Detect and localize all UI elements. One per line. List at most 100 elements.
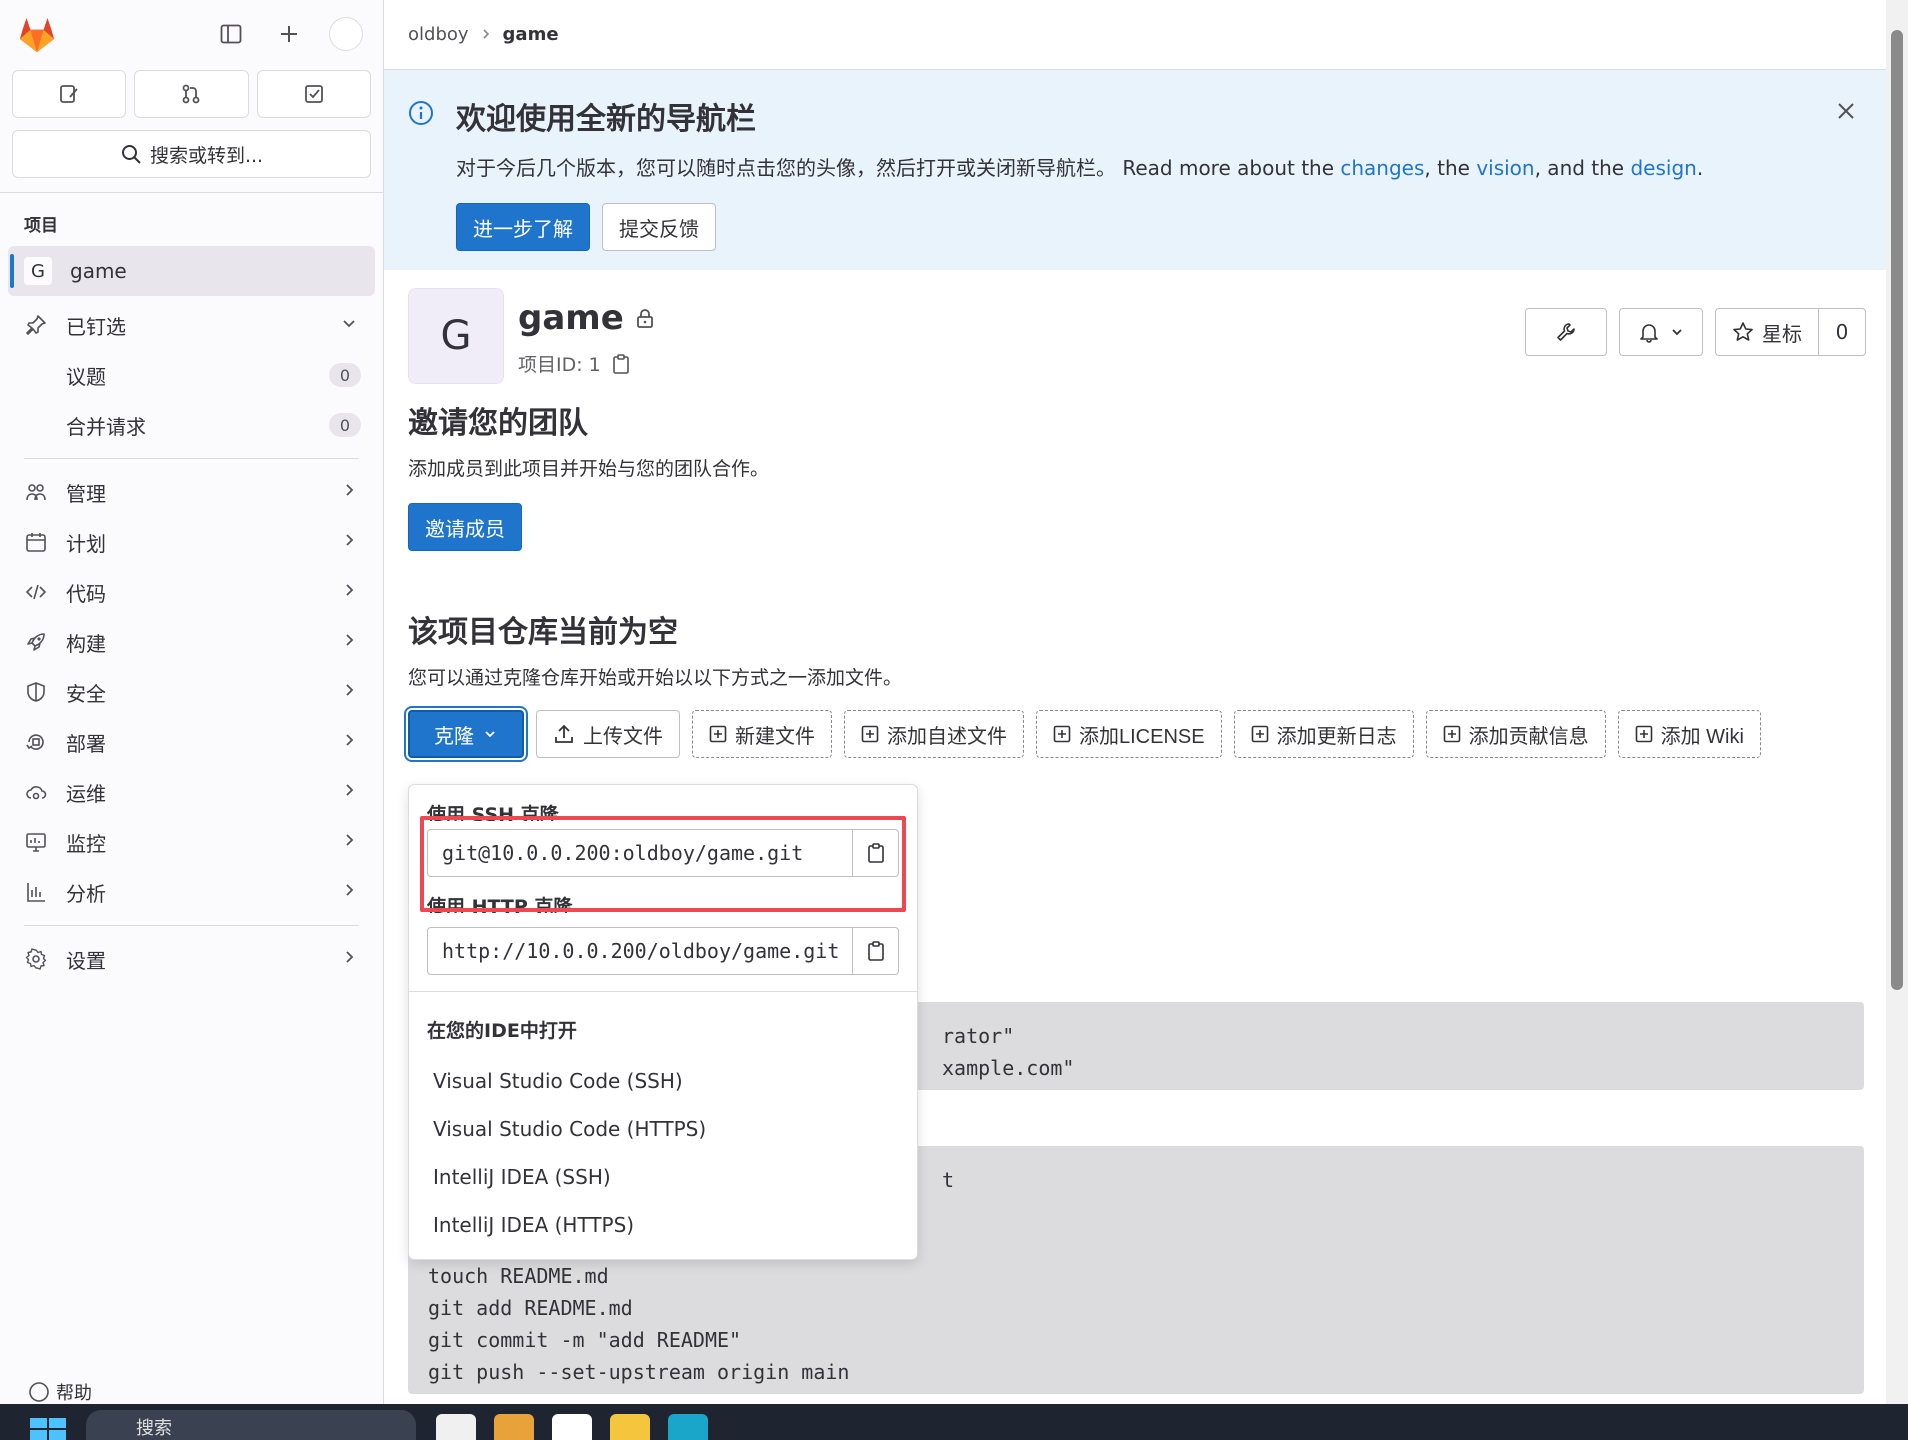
breadcrumb: oldboy game: [384, 0, 1886, 70]
divider: [24, 458, 359, 459]
file-explorer-icon[interactable]: [610, 1414, 650, 1440]
add-contributing-button[interactable]: 添加贡献信息: [1425, 710, 1606, 758]
clone-dropdown-menu: 使用 SSH 克隆 git@10.0.0.200:oldboy/game.git…: [408, 784, 918, 1260]
add-readme-button[interactable]: 添加自述文件: [844, 710, 1024, 758]
open-in-ide-heading: 在您的IDE中打开: [427, 1020, 577, 1042]
upload-label: 上传文件: [583, 725, 663, 748]
upload-file-button[interactable]: 上传文件: [536, 710, 680, 758]
star-count[interactable]: 0: [1819, 309, 1865, 355]
changes-link[interactable]: changes: [1340, 156, 1424, 180]
ide-intellij-https-item[interactable]: IntelliJ IDEA (HTTPS): [409, 1201, 917, 1249]
copy-ssh-url-button[interactable]: [852, 830, 898, 876]
sidebar-item-label: 已钉选: [66, 314, 126, 339]
project-header: G game 项目ID: 1 星标 0: [384, 288, 1886, 398]
breadcrumb-parent-link[interactable]: oldboy: [408, 24, 469, 45]
close-icon[interactable]: [1836, 98, 1856, 128]
sidebar-item-operate[interactable]: 运维: [8, 767, 375, 817]
copy-icon: [867, 843, 884, 863]
sidebar-item-manage[interactable]: 管理: [8, 467, 375, 517]
user-avatar[interactable]: [329, 17, 363, 51]
typora-app-icon[interactable]: [436, 1414, 476, 1440]
merge-requests-tab-button[interactable]: [134, 70, 249, 118]
app-icon[interactable]: [494, 1414, 534, 1440]
toggle-sidebar-icon[interactable]: [213, 16, 249, 52]
ssh-url-value[interactable]: git@10.0.0.200:oldboy/game.git: [428, 830, 852, 876]
sidebar-item-issues[interactable]: 议题 0: [8, 350, 375, 400]
banner-text-prefix: 对于今后几个版本，您可以随时点击您的头像，然后打开或关闭新导航栏。 Read m…: [456, 156, 1341, 180]
design-link[interactable]: design: [1630, 156, 1696, 180]
add-license-label: 添加LICENSE: [1079, 725, 1205, 748]
sidebar-item-code[interactable]: 代码: [8, 567, 375, 617]
sidebar-item-project[interactable]: G game: [8, 246, 375, 296]
sidebar-item-secure[interactable]: 安全: [8, 667, 375, 717]
empty-repo-title: 该项目仓库当前为空: [408, 615, 678, 650]
ssh-url-field[interactable]: git@10.0.0.200:oldboy/game.git: [427, 829, 899, 877]
edge-browser-icon[interactable]: [668, 1414, 708, 1440]
app-icon[interactable]: [552, 1414, 592, 1440]
settings-wrench-button[interactable]: [1525, 308, 1607, 356]
upload-icon: [555, 724, 573, 743]
monitor-icon: [24, 831, 48, 853]
scrollbar-thumb[interactable]: [1891, 30, 1903, 990]
feedback-button[interactable]: 提交反馈: [602, 203, 716, 251]
plus-square-icon: [1635, 725, 1652, 743]
breadcrumb-current[interactable]: game: [503, 24, 559, 45]
plus-square-icon: [861, 725, 879, 743]
page-scrollbar[interactable]: [1886, 0, 1908, 1404]
star-button[interactable]: 星标: [1716, 309, 1819, 355]
copy-http-url-button[interactable]: [852, 928, 898, 974]
sidebar-item-pinned[interactable]: 已钉选: [8, 300, 375, 350]
sidebar-item-settings[interactable]: 设置: [8, 934, 375, 984]
sidebar-item-analyze[interactable]: 分析: [8, 867, 375, 917]
plus-icon[interactable]: [271, 16, 307, 52]
clone-dropdown-button[interactable]: 克隆: [408, 710, 524, 758]
sidebar-item-merge-requests[interactable]: 合并请求 0: [8, 400, 375, 450]
chevron-right-icon: [341, 882, 357, 902]
http-url-value[interactable]: http://10.0.0.200/oldboy/game.git: [428, 928, 852, 974]
divider: [24, 925, 359, 926]
taskbar-search[interactable]: 搜索: [86, 1410, 416, 1440]
rocket-icon: [24, 631, 48, 653]
code-line: git commit -m "add README": [428, 1328, 742, 1352]
add-wiki-button[interactable]: 添加 Wiki: [1617, 710, 1761, 758]
invite-members-button[interactable]: 邀请成员: [408, 503, 522, 551]
chevron-right-icon: [341, 682, 357, 702]
help-button[interactable]: 帮助: [28, 1380, 92, 1404]
sidebar-item-label: 计划: [66, 531, 106, 556]
ide-vscode-ssh-item[interactable]: Visual Studio Code (SSH): [409, 1057, 917, 1105]
issues-icon: [60, 85, 78, 103]
learn-more-button[interactable]: 进一步了解: [456, 203, 590, 251]
sidebar-item-plan[interactable]: 计划: [8, 517, 375, 567]
sidebar-item-deploy[interactable]: 部署: [8, 717, 375, 767]
info-icon: [408, 100, 434, 130]
sidebar-item-label: game: [70, 259, 127, 283]
sidebar-item-build[interactable]: 构建: [8, 617, 375, 667]
chevron-right-icon: [341, 732, 357, 752]
ide-vscode-https-item[interactable]: Visual Studio Code (HTTPS): [409, 1105, 917, 1153]
new-file-button[interactable]: 新建文件: [692, 710, 832, 758]
bell-icon: [1640, 324, 1658, 343]
plus-square-icon: [1443, 725, 1460, 743]
add-changelog-button[interactable]: 添加更新日志: [1233, 710, 1414, 758]
sidebar-item-label: 设置: [66, 948, 106, 973]
sidebar-item-monitor[interactable]: 监控: [8, 817, 375, 867]
windows-start-icon[interactable]: [30, 1418, 66, 1440]
banner-sep: , and the: [1534, 156, 1631, 180]
vision-link[interactable]: vision: [1476, 156, 1534, 180]
todo-tab-button[interactable]: [256, 70, 371, 118]
deployments-icon: [24, 731, 48, 753]
http-url-field[interactable]: http://10.0.0.200/oldboy/game.git: [427, 927, 899, 975]
star-icon: [1733, 322, 1753, 341]
search-button[interactable]: 搜索或转到...: [12, 130, 371, 178]
ide-intellij-ssh-item[interactable]: IntelliJ IDEA (SSH): [409, 1153, 917, 1201]
chevron-down-icon: [1672, 329, 1682, 336]
sidebar-item-label: 代码: [66, 581, 106, 606]
add-license-button[interactable]: 添加LICENSE: [1036, 710, 1222, 758]
sidebar-item-label: 部署: [66, 731, 106, 756]
plus-square-icon: [1053, 725, 1071, 743]
notifications-dropdown[interactable]: [1619, 308, 1703, 356]
project-id-label: 项目ID: 1: [518, 354, 601, 376]
gitlab-logo-icon[interactable]: [16, 14, 58, 56]
copy-icon[interactable]: [611, 353, 631, 375]
issues-tab-button[interactable]: [12, 70, 127, 118]
